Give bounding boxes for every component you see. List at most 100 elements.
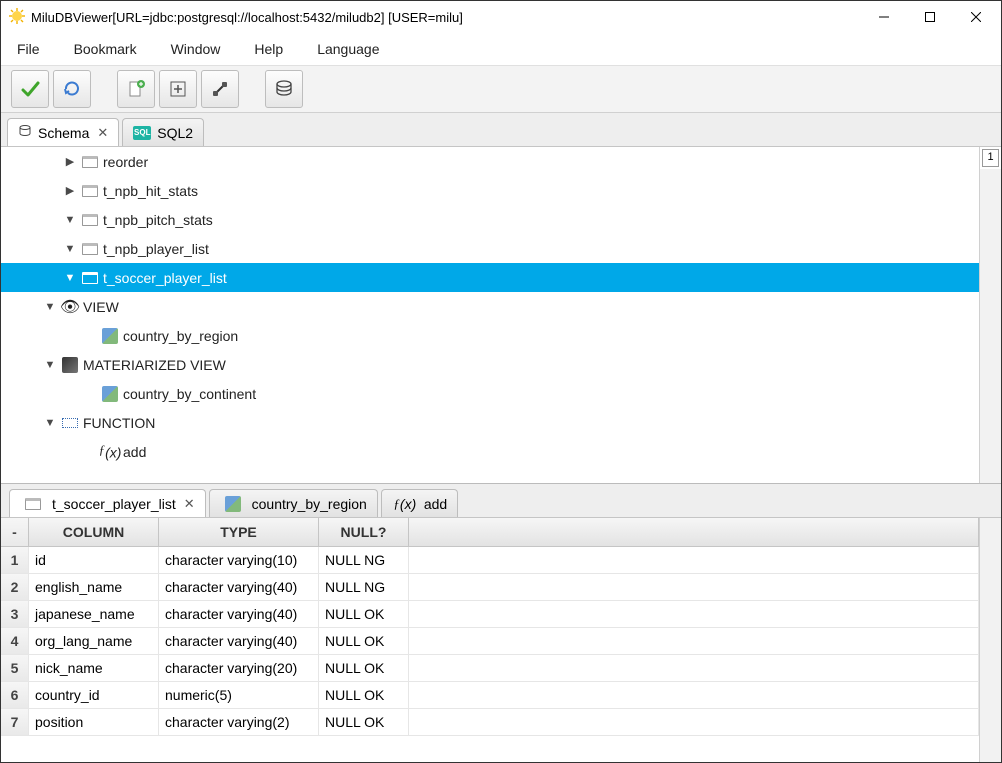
close-icon[interactable]: ✕ xyxy=(184,496,195,512)
table-row[interactable]: 4org_lang_namecharacter varying(40)NULL … xyxy=(1,628,979,655)
row-number: 2 xyxy=(1,574,29,600)
tree-panel: ▶ reorder ▶ t_npb_hit_stats ▼t_npb_pitch_sta… xyxy=(1,147,1001,484)
tab-t-soccer-player-list[interactable]: t_soccer_player_list ✕ xyxy=(9,489,206,517)
tree-item-label: VIEW xyxy=(83,299,119,315)
tree-item-label: reorder xyxy=(103,154,148,170)
tab-sql2[interactable]: SQL SQL2 xyxy=(122,118,204,146)
refresh-button[interactable] xyxy=(53,70,91,108)
tree-item-view[interactable]: ▼ 👁VIEW xyxy=(1,292,979,321)
table-row[interactable]: 2english_namecharacter varying(40)NULL N… xyxy=(1,574,979,601)
tree-item-label: t_npb_hit_stats xyxy=(103,183,198,199)
menubar: File Bookmark Window Help Language xyxy=(1,33,1001,65)
top-tabstrip: Schema ✕ SQL SQL2 xyxy=(1,113,1001,147)
header-type[interactable]: TYPE xyxy=(159,518,319,546)
header-spacer xyxy=(409,518,979,546)
expand-icon[interactable]: ▶ xyxy=(63,155,77,168)
scrollbar[interactable] xyxy=(980,169,1001,483)
tree-item-country-by-region[interactable]: country_by_region xyxy=(1,321,979,350)
sql-icon: SQL xyxy=(133,126,151,140)
tree-item-t-soccer-player-list[interactable]: ▼t_soccer_player_list xyxy=(1,263,979,292)
expand-icon[interactable]: ▼ xyxy=(43,359,57,371)
menu-file[interactable]: File xyxy=(13,39,44,59)
cell-column: position xyxy=(29,709,159,735)
cell-column: nick_name xyxy=(29,655,159,681)
header-num[interactable]: - xyxy=(1,518,29,546)
menu-language[interactable]: Language xyxy=(313,39,383,59)
grid-scrollbar[interactable] xyxy=(979,518,1001,762)
cell-null: NULL NG xyxy=(319,547,409,573)
tree-item-materiarized-view[interactable]: ▼ MATERIARIZED VIEW xyxy=(1,350,979,379)
commit-button[interactable] xyxy=(11,70,49,108)
header-column[interactable]: COLUMN xyxy=(29,518,159,546)
menu-bookmark[interactable]: Bookmark xyxy=(70,39,141,59)
expand-icon[interactable]: ▶ xyxy=(63,184,77,197)
header-null[interactable]: NULL? xyxy=(319,518,409,546)
tree-item-country-by-continent[interactable]: country_by_continent xyxy=(1,379,979,408)
cell-null: NULL OK xyxy=(319,628,409,654)
table-row[interactable]: 7positioncharacter varying(2)NULL OK xyxy=(1,709,979,736)
tree-item-t-npb-player-list[interactable]: ▼ t_npb_player_list xyxy=(1,234,979,263)
cell-null: NULL OK xyxy=(319,655,409,681)
expand-icon[interactable]: ▼ xyxy=(63,272,77,284)
cell-column: country_id xyxy=(29,682,159,708)
new-document-button[interactable] xyxy=(117,70,155,108)
tab-schema[interactable]: Schema ✕ xyxy=(7,118,119,146)
expand-icon[interactable]: ▼ xyxy=(43,301,57,313)
cell-type: character varying(20) xyxy=(159,655,319,681)
cell-type: character varying(40) xyxy=(159,628,319,654)
table-icon xyxy=(81,240,99,258)
tree-item-label: FUNCTION xyxy=(83,415,155,431)
close-button[interactable] xyxy=(953,2,999,32)
row-number: 6 xyxy=(1,682,29,708)
window-title: MiluDBViewer[URL=jdbc:postgresql://local… xyxy=(25,10,861,25)
tab-label: add xyxy=(424,496,447,512)
grid-body: 1idcharacter varying(10)NULL NG2english_… xyxy=(1,547,979,736)
menu-window[interactable]: Window xyxy=(167,39,225,59)
cell-type: character varying(40) xyxy=(159,574,319,600)
column-grid: - COLUMN TYPE NULL? 1idcharacter varying… xyxy=(1,518,1001,762)
db-icon xyxy=(18,124,32,141)
menu-help[interactable]: Help xyxy=(250,39,287,59)
close-icon[interactable]: ✕ xyxy=(97,125,108,141)
tree-item-function[interactable]: ▼ FUNCTION xyxy=(1,408,979,437)
cell-column: id xyxy=(29,547,159,573)
row-number: 5 xyxy=(1,655,29,681)
table-icon xyxy=(24,495,42,513)
tree-item-label: t_npb_player_list xyxy=(103,241,209,257)
tab-add[interactable]: ƒ(x) add xyxy=(381,489,458,517)
tree-item-label: MATERIARIZED VIEW xyxy=(83,357,226,373)
bottom-tabstrip: t_soccer_player_list ✕ country_by_region… xyxy=(1,484,1001,518)
connection-button[interactable] xyxy=(201,70,239,108)
right-rail: 1 xyxy=(979,147,1001,483)
tab-label: country_by_region xyxy=(252,496,367,512)
img-icon xyxy=(101,385,119,403)
table-row[interactable]: 3japanese_namecharacter varying(40)NULL … xyxy=(1,601,979,628)
tree-item-label: country_by_region xyxy=(123,328,238,344)
table-row[interactable]: 6country_idnumeric(5)NULL OK xyxy=(1,682,979,709)
fx-icon: ƒ(x) xyxy=(396,495,414,513)
expand-icon[interactable]: ▼ xyxy=(63,243,77,255)
minimize-button[interactable] xyxy=(861,2,907,32)
table-icon xyxy=(81,153,99,171)
object-tree[interactable]: ▶ reorder ▶ t_npb_hit_stats ▼t_npb_pitch_sta… xyxy=(1,147,979,483)
tree-item-t-npb-pitch-stats[interactable]: ▼t_npb_pitch_stats xyxy=(1,205,979,234)
maximize-button[interactable] xyxy=(907,2,953,32)
tree-item-reorder[interactable]: ▶ reorder xyxy=(1,147,979,176)
table-row[interactable]: 1idcharacter varying(10)NULL NG xyxy=(1,547,979,574)
tree-item-t-npb-hit-stats[interactable]: ▶ t_npb_hit_stats xyxy=(1,176,979,205)
image-icon xyxy=(224,495,242,513)
table-row[interactable]: 5nick_namecharacter varying(20)NULL OK xyxy=(1,655,979,682)
expand-icon[interactable]: ▼ xyxy=(43,417,57,429)
add-list-button[interactable] xyxy=(159,70,197,108)
tree-item-add[interactable]: ƒ(x)add xyxy=(1,437,979,466)
expand-icon[interactable]: ▼ xyxy=(63,214,77,226)
cell-column: org_lang_name xyxy=(29,628,159,654)
table-icon xyxy=(81,182,99,200)
window-controls xyxy=(861,2,999,32)
database-button[interactable] xyxy=(265,70,303,108)
row-number: 3 xyxy=(1,601,29,627)
tab-country-by-region[interactable]: country_by_region xyxy=(209,489,378,517)
cell-null: NULL OK xyxy=(319,682,409,708)
cell-type: character varying(40) xyxy=(159,601,319,627)
eye-icon: 👁 xyxy=(61,298,79,316)
